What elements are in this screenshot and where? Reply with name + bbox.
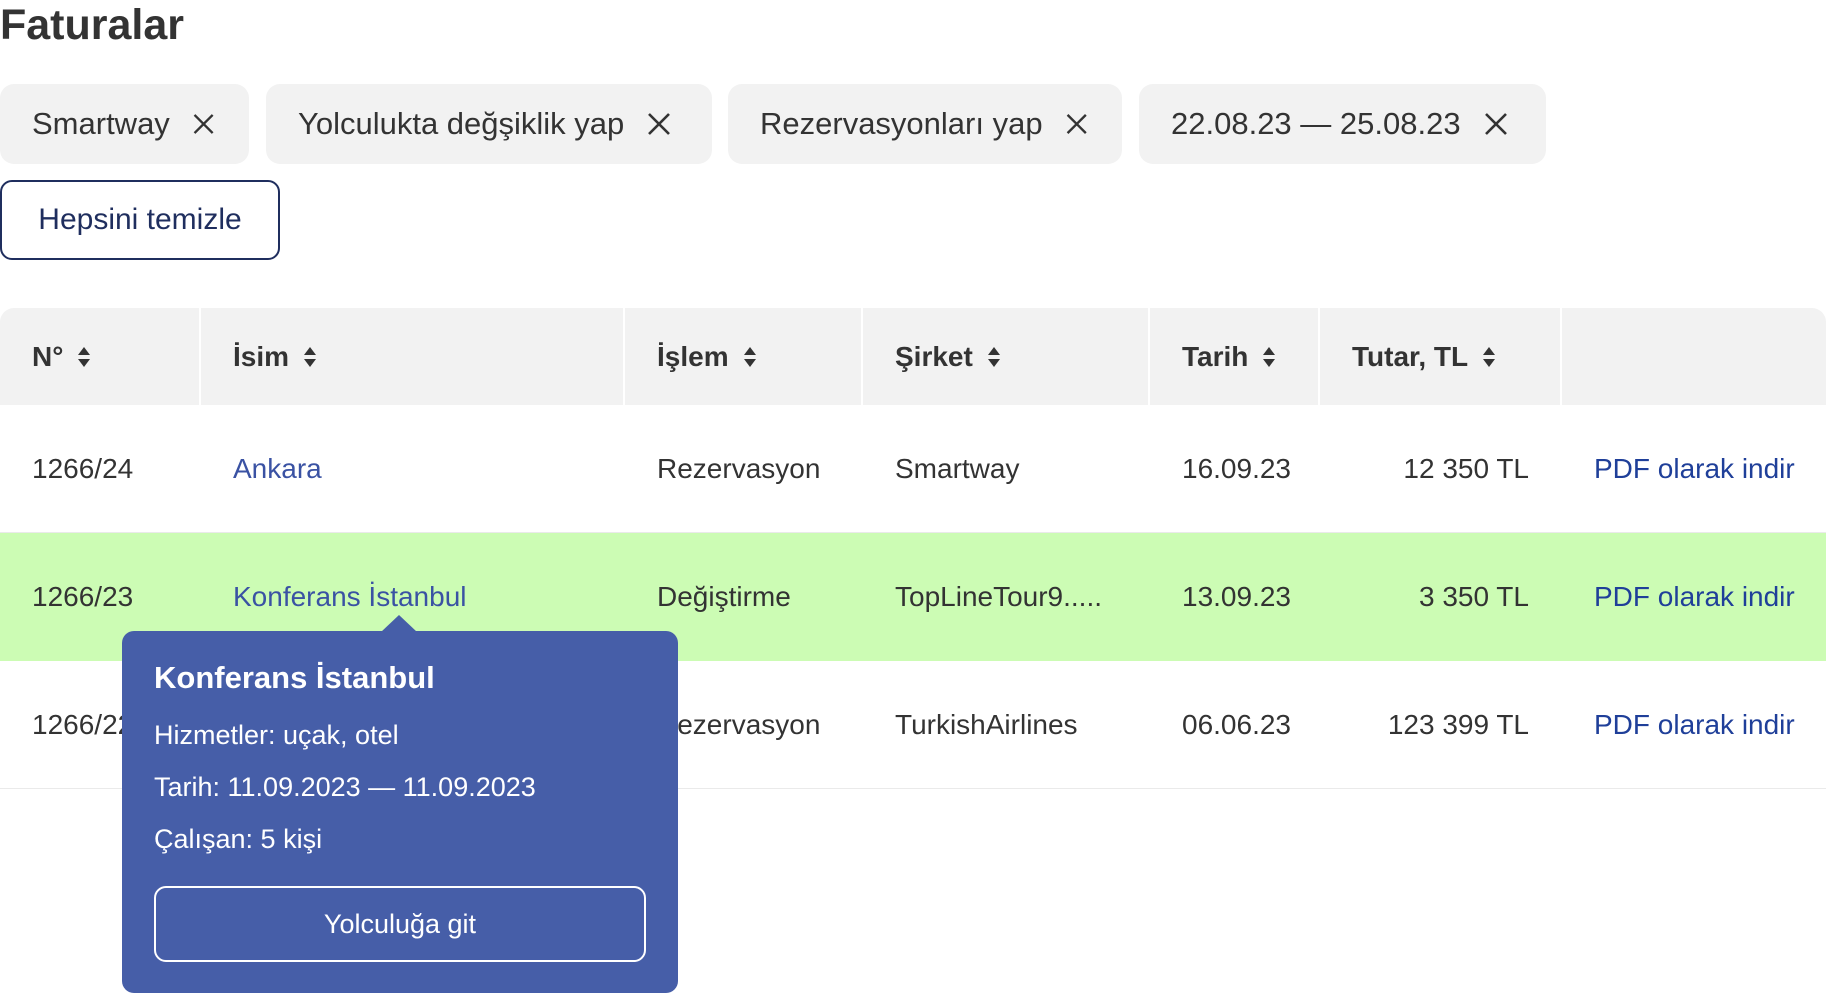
column-header-actions <box>1562 308 1826 405</box>
sort-icon[interactable] <box>743 346 757 368</box>
cell-name: Konferans İstanbul <box>201 581 625 613</box>
cell-number: 1266/23 <box>32 581 134 612</box>
filter-chip-label: Yolculukta değşiklik yap <box>298 106 625 141</box>
sort-icon[interactable] <box>987 346 1001 368</box>
sort-icon[interactable] <box>77 346 91 368</box>
column-header-date[interactable]: Tarih <box>1150 308 1320 405</box>
table-row[interactable]: 1266/24 Ankara Rezervasyon Smartway 16.0… <box>0 405 1826 533</box>
pdf-download-link[interactable]: PDF olarak indir <box>1594 709 1795 740</box>
table-header: N° İsim İşlem Şirket Tarih Tutar, TL <box>0 308 1826 405</box>
column-header-operation[interactable]: İşlem <box>625 308 863 405</box>
cell-date: 13.09.23 <box>1182 581 1291 612</box>
filter-chip-label: Smartway <box>32 106 170 141</box>
pdf-download-link[interactable]: PDF olarak indir <box>1594 581 1795 612</box>
clear-all-button[interactable]: Hepsini temizle <box>0 180 280 260</box>
tooltip-services: Hizmetler: uçak, otel <box>154 720 399 750</box>
trip-tooltip: Konferans İstanbul Hizmetler: uçak, otel… <box>122 631 678 993</box>
close-icon[interactable] <box>644 109 674 139</box>
trip-name-link[interactable]: Konferans İstanbul <box>233 581 467 613</box>
cell-date: 06.06.23 <box>1182 708 1291 740</box>
tooltip-title: Konferans İstanbul <box>154 660 435 695</box>
tooltip-dates: Tarih: 11.09.2023 — 11.09.2023 <box>154 772 536 802</box>
column-header-label: N° <box>32 340 64 372</box>
cell-action: PDF olarak indir <box>1562 709 1826 741</box>
close-icon[interactable] <box>1481 109 1511 139</box>
filter-chip[interactable]: Rezervasyonları yap <box>728 84 1122 164</box>
cell-action: PDF olarak indir <box>1562 581 1826 613</box>
close-icon[interactable] <box>1063 109 1090 139</box>
go-to-trip-button[interactable]: Yolculuğa git <box>154 886 646 962</box>
column-header-label: Şirket <box>895 340 973 372</box>
column-header-company[interactable]: Şirket <box>863 308 1150 405</box>
cell-company: TopLineTour9..... <box>895 581 1103 612</box>
tooltip-arrow <box>381 615 417 632</box>
filter-chip[interactable]: Yolculukta değşiklik yap <box>266 84 712 164</box>
page-title: Faturalar <box>0 1 185 49</box>
cell-action: PDF olarak indir <box>1562 453 1826 485</box>
sort-icon[interactable] <box>1262 346 1276 368</box>
sort-icon[interactable] <box>1482 346 1496 368</box>
cell-amount: 12 350 TL <box>1403 452 1529 484</box>
column-header-label: Tutar, TL <box>1352 340 1469 372</box>
filter-chip[interactable]: Smartway <box>0 84 249 164</box>
cell-amount: 123 399 TL <box>1387 708 1529 740</box>
cell-operation: Rezervasyon <box>657 452 821 484</box>
cell-name: Ankara <box>201 452 625 485</box>
column-header-name[interactable]: İsim <box>201 308 625 405</box>
cell-amount: 3 350 TL <box>1418 581 1529 612</box>
column-header-number[interactable]: N° <box>0 308 201 405</box>
cell-date: 16.09.23 <box>1182 452 1291 484</box>
close-icon[interactable] <box>190 109 217 139</box>
column-header-label: Tarih <box>1182 340 1249 372</box>
cell-number: 1266/24 <box>32 452 134 484</box>
tooltip-employees: Çalışan: 5 kişi <box>154 824 323 854</box>
column-header-label: İsim <box>233 340 290 372</box>
cell-company: TurkishAirlines <box>895 708 1078 740</box>
pdf-download-link[interactable]: PDF olarak indir <box>1594 453 1795 484</box>
cell-company: Smartway <box>895 452 1020 484</box>
filter-chip[interactable]: 22.08.23 — 25.08.23 <box>1139 84 1546 164</box>
column-header-label: İşlem <box>657 340 729 372</box>
column-header-amount[interactable]: Tutar, TL <box>1320 308 1562 405</box>
trip-name-link[interactable]: Ankara <box>233 452 322 485</box>
sort-icon[interactable] <box>303 346 317 368</box>
filter-chip-label: Rezervasyonları yap <box>760 106 1043 141</box>
cell-operation: Değiştirme <box>657 581 791 612</box>
filter-chip-label: 22.08.23 — 25.08.23 <box>1171 106 1461 141</box>
